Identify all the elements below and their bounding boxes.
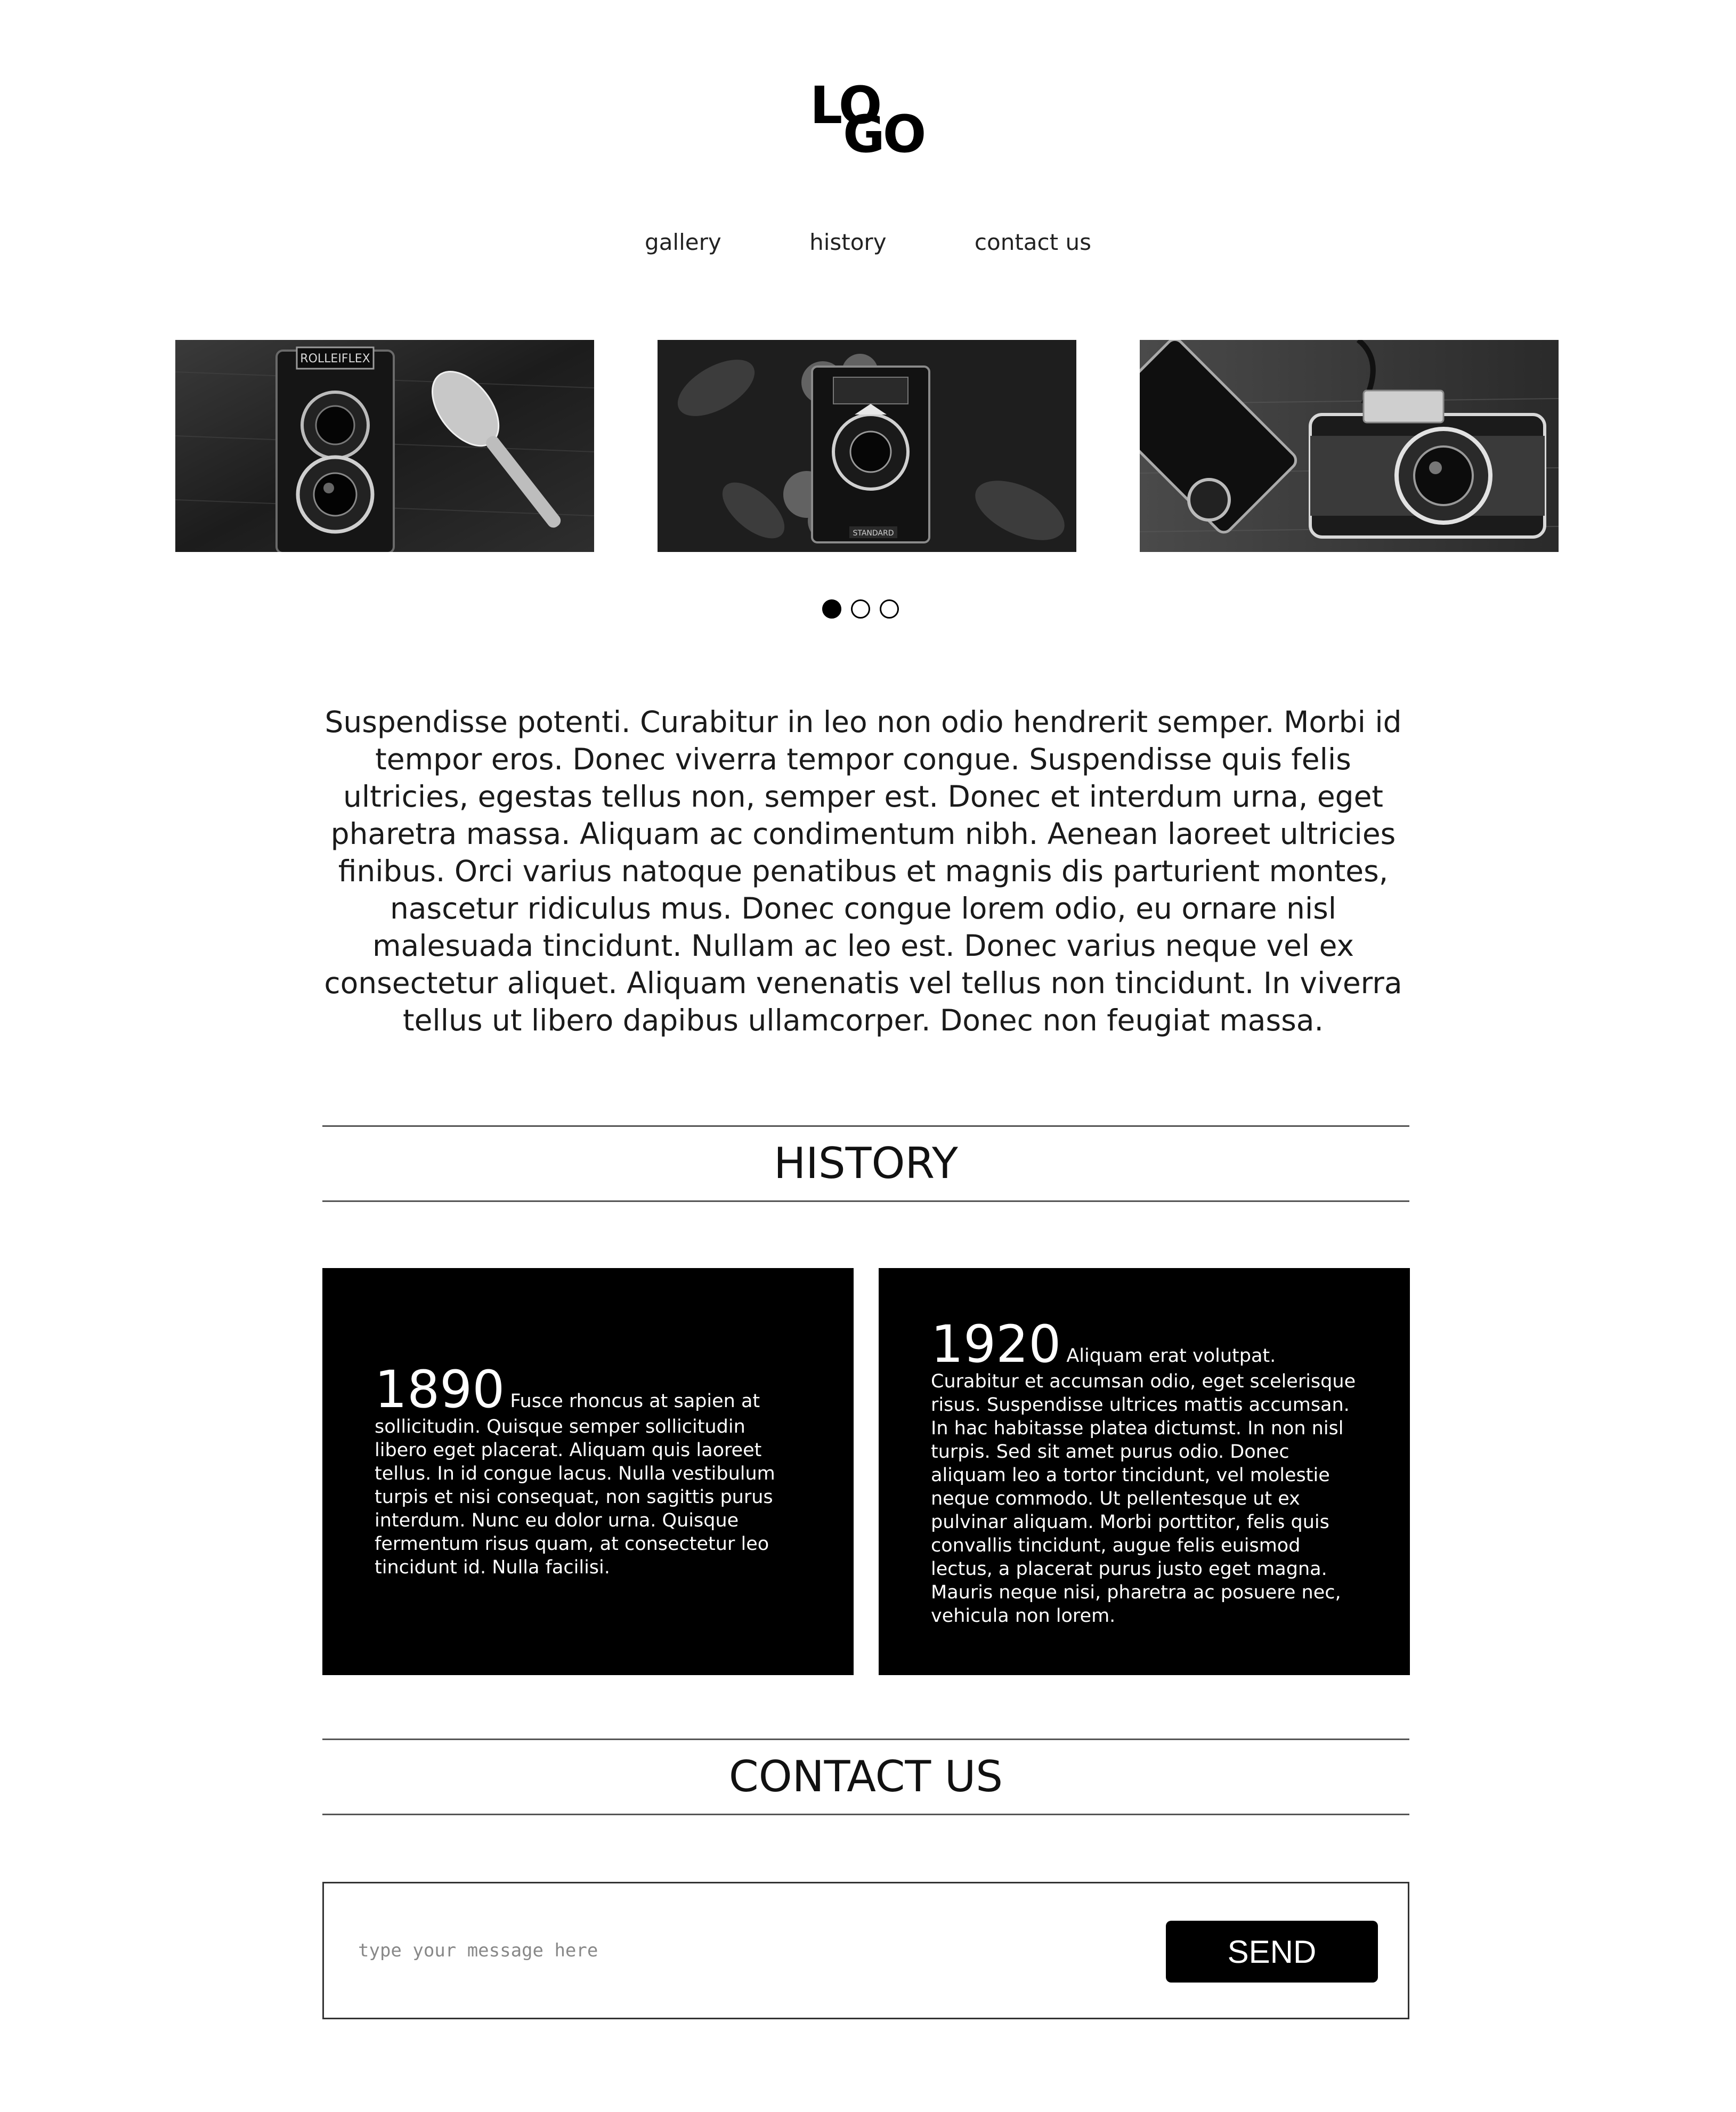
nav-item-history[interactable]: history <box>809 229 886 255</box>
nav-item-gallery[interactable]: gallery <box>645 229 721 255</box>
carousel-dot-3[interactable] <box>880 599 899 619</box>
gallery-image-rangefinder-camera[interactable] <box>1140 340 1559 552</box>
intro-paragraph: Suspendisse potenti. Curabitur in leo no… <box>324 705 1402 1037</box>
camera-photo-1: ROLLEIFLEX <box>175 340 594 552</box>
camera-photo-2: STANDARD <box>658 340 1076 552</box>
rolleiflex-label: ROLLEIFLEX <box>300 352 370 365</box>
history-heading: HISTORY <box>322 1125 1409 1202</box>
send-button[interactable]: SEND <box>1166 1921 1378 1983</box>
history-year: 1890 <box>375 1360 505 1419</box>
main-nav: gallery history contact us <box>0 229 1736 255</box>
camera-photo-3 <box>1140 340 1559 552</box>
logo[interactable]: LO GO <box>810 80 927 160</box>
logo-line-2: GO <box>843 104 926 164</box>
contact-form: SEND <box>322 1882 1409 2019</box>
nav-item-contact-us[interactable]: contact us <box>975 229 1091 255</box>
gallery-image-rolleiflex-camera[interactable]: ROLLEIFLEX <box>175 340 594 552</box>
standard-label: STANDARD <box>853 529 894 538</box>
contact-heading: CONTACT US <box>322 1739 1409 1815</box>
history-description: Fusce rhoncus at sapien at sollicitudin.… <box>375 1391 775 1578</box>
message-input[interactable] <box>357 1931 1105 1970</box>
carousel-dot-2[interactable] <box>851 599 870 619</box>
carousel-dot-1[interactable] <box>822 599 841 619</box>
history-year: 1920 <box>931 1314 1061 1374</box>
carousel-dots <box>822 599 899 622</box>
history-description: Aliquam erat volutpat. Curabitur et accu… <box>931 1345 1356 1627</box>
history-card-1920: 1920 Aliquam erat volutpat. Curabitur et … <box>879 1268 1410 1675</box>
history-card-1890: 1890 Fusce rhoncus at sapien at sollicitu… <box>322 1268 854 1675</box>
gallery-image-folding-camera[interactable]: STANDARD <box>658 340 1076 552</box>
history-card-text: 1890 Fusce rhoncus at sapien at sollicitu… <box>375 1364 800 1579</box>
history-card-text: 1920 Aliquam erat volutpat. Curabitur et … <box>931 1319 1357 1628</box>
